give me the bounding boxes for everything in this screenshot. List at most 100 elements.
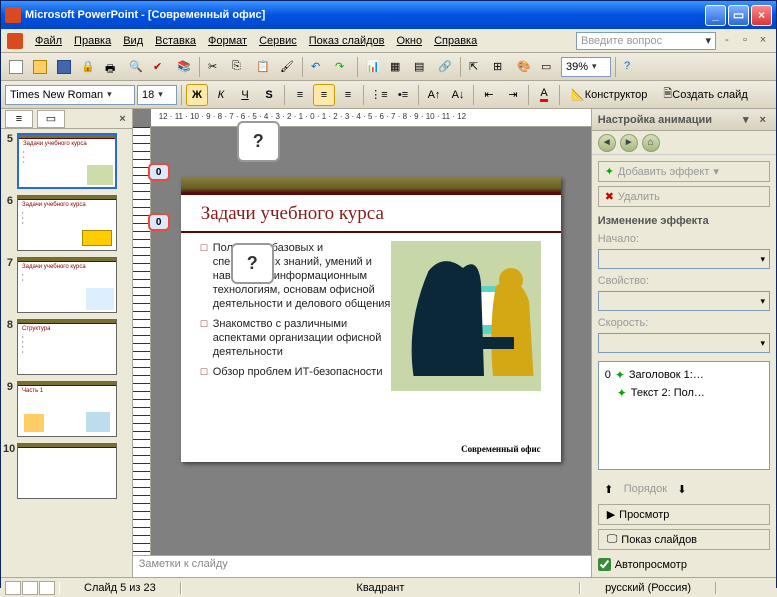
star-icon: ✦ — [615, 368, 625, 382]
callout-1: ? — [237, 121, 280, 162]
align-center-button[interactable]: ≡ — [313, 84, 335, 106]
font-size-combo[interactable]: 18 — [137, 85, 177, 105]
copy-button[interactable]: ⎘ — [228, 56, 250, 78]
shadow-button[interactable]: S — [258, 84, 280, 106]
effect-item-0[interactable]: 0✦Заголовок 1:… — [603, 366, 765, 384]
thumb-7[interactable]: 7Задачи учебного курса•• — [3, 257, 130, 313]
format-painter-button[interactable]: 🖌 — [276, 56, 298, 78]
move-up-button[interactable]: ⬆ — [598, 478, 620, 500]
thumb-6[interactable]: 6Задачи учебного курса••• — [3, 195, 130, 251]
slideshow-button[interactable]: 🖵 Показ слайдов — [598, 529, 770, 550]
zoom-fit-button[interactable]: ▭ — [537, 56, 559, 78]
maximize-button[interactable]: ▭ — [728, 5, 749, 26]
underline-button[interactable]: Ч — [234, 84, 256, 106]
preview-button[interactable]: ▶ Просмотр — [598, 504, 770, 525]
thumb-9[interactable]: 9Часть 1 — [3, 381, 130, 437]
spelling-button[interactable]: ✔ — [149, 56, 171, 78]
decrease-font-button[interactable]: A↓ — [447, 84, 469, 106]
bullet-2[interactable]: Знакомство с различными аспектами органи… — [201, 317, 391, 359]
cut-button[interactable]: ✂ — [204, 56, 226, 78]
animation-tag-title[interactable]: 0 — [148, 163, 170, 181]
menu-edit[interactable]: Правка — [68, 33, 117, 49]
slide-bullets[interactable]: Получение базовых и специальных знаний, … — [201, 241, 391, 391]
italic-button[interactable]: К — [210, 84, 232, 106]
increase-indent-button[interactable]: ⇥ — [502, 84, 524, 106]
close-button[interactable]: × — [751, 5, 772, 26]
nav-back-button[interactable]: ◄ — [598, 134, 616, 152]
slide[interactable]: Задачи учебного курса Получение базовых … — [181, 177, 561, 462]
design-button[interactable]: 📐 Конструктор — [564, 84, 654, 106]
doc-restore[interactable]: ▫ — [738, 34, 752, 48]
start-combo[interactable] — [598, 249, 770, 269]
expand-button[interactable]: ⇱ — [465, 56, 487, 78]
help-search-box[interactable]: Введите вопрос — [576, 32, 716, 50]
align-left-button[interactable]: ≡ — [289, 84, 311, 106]
animation-tag-body[interactable]: 0 — [148, 213, 170, 231]
tables-borders-button[interactable]: ▤ — [410, 56, 432, 78]
slides-tab[interactable]: ▭ — [37, 110, 65, 128]
thumbnails-list[interactable]: 5Задачи учебного курса••• 6Задачи учебно… — [1, 129, 132, 577]
undo-button[interactable]: ↶ — [307, 56, 329, 78]
align-right-button[interactable]: ≡ — [337, 84, 359, 106]
clipart-image[interactable] — [391, 241, 541, 391]
slide-title[interactable]: Задачи учебного курса — [181, 195, 561, 231]
thumb-5[interactable]: 5Задачи учебного курса••• — [3, 133, 130, 189]
autopreview-checkbox[interactable]: Автопросмотр — [598, 558, 770, 571]
redo-button[interactable]: ↷ — [331, 56, 353, 78]
research-button[interactable]: 📚 — [173, 56, 195, 78]
chart-button[interactable]: 📊 — [362, 56, 384, 78]
hyperlink-button[interactable]: 🔗 — [434, 56, 456, 78]
menu-view[interactable]: Вид — [117, 33, 149, 49]
property-combo[interactable] — [598, 291, 770, 311]
effect-item-1[interactable]: ✦Текст 2: Пол… — [603, 384, 765, 402]
menu-format[interactable]: Формат — [202, 33, 253, 49]
slide-divider — [181, 231, 561, 233]
table-button[interactable]: ▦ — [386, 56, 408, 78]
save-button[interactable] — [53, 56, 75, 78]
bullet-1[interactable]: Получение базовых и специальных знаний, … — [201, 241, 391, 311]
menu-insert[interactable]: Вставка — [149, 33, 202, 49]
open-button[interactable] — [29, 56, 51, 78]
bullets-button[interactable]: •≡ — [392, 84, 414, 106]
increase-font-button[interactable]: A↑ — [423, 84, 445, 106]
bold-button[interactable]: Ж — [186, 84, 208, 106]
minimize-button[interactable]: _ — [705, 5, 726, 26]
start-label: Начало: — [598, 233, 770, 245]
move-down-button[interactable]: ⬇ — [671, 478, 693, 500]
nav-home-button[interactable]: ⌂ — [642, 134, 660, 152]
new-slide-button[interactable]: 🗎 Создать слайд — [656, 84, 754, 106]
speed-combo[interactable] — [598, 333, 770, 353]
help-button[interactable]: ? — [620, 56, 642, 78]
notes-pane[interactable]: Заметки к слайду — [133, 555, 591, 577]
slide-canvas[interactable]: ? ? 0 0 Задачи учебного курса Получение … — [151, 127, 591, 555]
paste-button[interactable]: 📋 — [252, 56, 274, 78]
menu-service[interactable]: Сервис — [253, 33, 303, 49]
menu-slideshow[interactable]: Показ слайдов — [303, 33, 391, 49]
menu-window[interactable]: Окно — [391, 33, 429, 49]
add-effect-button[interactable]: ✦Добавить эффект ▾ — [598, 161, 770, 182]
numbering-button[interactable]: ⋮≡ — [368, 84, 390, 106]
preview-button[interactable]: 🔍 — [125, 56, 147, 78]
menu-help[interactable]: Справка — [428, 33, 483, 49]
new-button[interactable] — [5, 56, 27, 78]
doc-minimize[interactable]: - — [720, 34, 734, 48]
close-panel-button[interactable]: × — [119, 113, 125, 125]
task-pane-header[interactable]: Настройка анимации — [592, 109, 776, 131]
bullet-3[interactable]: Обзор проблем ИТ-безопасности — [201, 365, 391, 379]
menu-file[interactable]: Файл — [29, 33, 68, 49]
permission-button[interactable]: 🔒 — [77, 56, 99, 78]
print-button[interactable]: 🖶 — [101, 56, 123, 78]
effects-list[interactable]: 0✦Заголовок 1:… ✦Текст 2: Пол… — [598, 361, 770, 470]
nav-forward-button[interactable]: ► — [620, 134, 638, 152]
zoom-combo[interactable]: 39% — [561, 57, 611, 77]
font-combo[interactable]: Times New Roman — [5, 85, 135, 105]
grid-button[interactable]: ⊞ — [489, 56, 511, 78]
decrease-indent-button[interactable]: ⇤ — [478, 84, 500, 106]
thumb-10[interactable]: 10 — [3, 443, 130, 499]
doc-close[interactable]: × — [756, 34, 770, 48]
font-color-button[interactable]: A — [533, 84, 555, 106]
delete-effect-button[interactable]: ✖Удалить — [598, 186, 770, 207]
color-button[interactable]: 🎨 — [513, 56, 535, 78]
thumb-8[interactable]: 8Структура•••• — [3, 319, 130, 375]
outline-tab[interactable]: ≡ — [5, 110, 33, 128]
